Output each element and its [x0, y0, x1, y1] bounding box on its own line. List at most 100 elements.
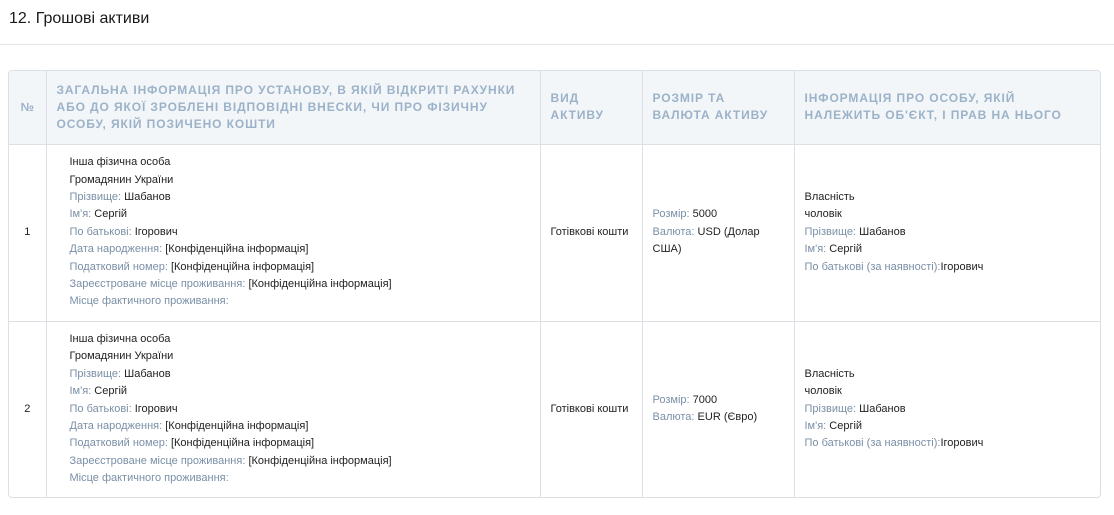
size-value: 5000	[692, 208, 718, 221]
currency-line: Валюта: USD (Долар США)	[653, 226, 760, 255]
owner-relation: чоловік	[804, 208, 842, 221]
owner-name-label: Ім'я:	[804, 419, 827, 432]
name-line: Ім'я: Сергій	[70, 206, 530, 223]
size-value: 7000	[692, 393, 718, 406]
tax-number-line: Податковий номер: [Конфіденційна інформа…	[70, 259, 530, 276]
cash-assets-table: № Загальна інформація про установу, в як…	[9, 71, 1100, 497]
birth-date-line: Дата народження: [Конфіденційна інформац…	[70, 418, 530, 435]
birth-date-label: Дата народження:	[69, 243, 163, 256]
cash-assets-table-container: № Загальна інформація про установу, в як…	[8, 70, 1101, 498]
registered-address-label: Зареєстроване місце проживання:	[69, 278, 246, 291]
size-currency-cell: Розмір: 7000 Валюта: EUR (Євро)	[642, 321, 795, 497]
actual-address-line: Місце фактичного проживання:	[70, 470, 530, 487]
surname-line: Прізвище: Шабанов	[70, 189, 530, 206]
patronymic-value: Ігорович	[134, 225, 178, 238]
tax-number-value: [Конфіденційна інформація]	[170, 437, 315, 450]
table-row: 2 Інша фізична особа Громадянин України …	[9, 321, 1100, 497]
owner-surname-value: Шабанов	[859, 402, 906, 415]
registered-address-value: [Конфіденційна інформація]	[248, 278, 392, 291]
name-line: Ім'я: Сергій	[70, 383, 530, 400]
owner-name-line: Ім'я: Сергій	[805, 241, 1091, 258]
registered-address-line: Зареєстроване місце проживання: [Конфіде…	[70, 276, 530, 293]
owner-patronymic-line: По батькові (за наявності):Ігорович	[805, 259, 1091, 276]
patronymic-value: Ігорович	[134, 402, 178, 415]
column-header-number: №	[9, 71, 47, 145]
owner-name-label: Ім'я:	[804, 243, 827, 256]
registered-address-line: Зареєстроване місце проживання: [Конфіде…	[70, 453, 530, 470]
name-value: Сергій	[94, 385, 128, 398]
table-body: 1 Інша фізична особа Громадянин України …	[9, 144, 1100, 497]
actual-address-line: Місце фактичного проживання:	[70, 293, 530, 310]
table-row: 1 Інша фізична особа Громадянин України …	[9, 144, 1100, 322]
owner-name-line: Ім'я: Сергій	[805, 418, 1091, 435]
surname-label: Прізвище:	[69, 367, 122, 380]
owner-surname-line: Прізвище: Шабанов	[805, 401, 1091, 418]
owner-relation: чоловік	[804, 385, 842, 398]
row-number: 2	[9, 321, 47, 497]
patronymic-line: По батькові: Ігорович	[70, 401, 530, 418]
table-header: № Загальна інформація про установу, в як…	[9, 71, 1100, 145]
owner-surname-label: Прізвище:	[804, 225, 857, 238]
birth-date-value: [Конфіденційна інформація]	[165, 419, 309, 432]
tax-number-line: Податковий номер: [Конфіденційна інформа…	[70, 435, 530, 452]
section-title: 12. Грошові активи	[9, 10, 150, 27]
column-header-size-currency: Розмір та валюта активу	[642, 71, 795, 145]
owner-surname-label: Прізвище:	[804, 402, 857, 415]
actual-address-label: Місце фактичного проживання:	[69, 472, 229, 485]
size-line: Розмір: 7000	[653, 392, 784, 409]
row-number: 1	[9, 144, 47, 322]
person-type: Інша фізична особа	[69, 156, 171, 169]
tax-number-value: [Конфіденційна інформація]	[170, 260, 315, 273]
owner-patronymic-line: По батькові (за наявності):Ігорович	[805, 435, 1091, 452]
currency-label: Валюта:	[652, 225, 695, 238]
actual-address-label: Місце фактичного проживання:	[69, 295, 229, 308]
asset-type-cell: Готівкові кошти	[540, 144, 643, 322]
ownership-right: Власність	[804, 367, 855, 380]
column-header-asset-type: Вид активу	[540, 71, 643, 145]
owner-patronymic-value: Ігорович	[940, 260, 984, 273]
size-label: Розмір:	[652, 393, 690, 406]
column-header-owner-info: Інформація про особу, якій належить об'є…	[794, 71, 1100, 145]
currency-line: Валюта: EUR (Євро)	[653, 411, 758, 423]
name-value: Сергій	[94, 208, 128, 221]
general-info-cell: Інша фізична особа Громадянин України Пр…	[46, 144, 541, 322]
surname-value: Шабанов	[124, 367, 171, 380]
surname-value: Шабанов	[124, 190, 171, 203]
citizenship: Громадянин України	[69, 173, 174, 186]
owner-name-value: Сергій	[829, 419, 863, 432]
birth-date-value: [Конфіденційна інформація]	[165, 243, 309, 256]
owner-surname-line: Прізвище: Шабанов	[805, 224, 1091, 241]
header-row: № Загальна інформація про установу, в як…	[9, 71, 1100, 145]
owner-patronymic-label: По батькові (за наявності):	[804, 260, 941, 273]
citizenship: Громадянин України	[69, 350, 174, 363]
size-currency-cell: Розмір: 5000 Валюта: USD (Долар США)	[642, 144, 795, 322]
owner-info-cell: Власність чоловік Прізвище: Шабанов Ім'я…	[794, 321, 1100, 497]
registered-address-value: [Конфіденційна інформація]	[248, 454, 392, 467]
asset-type-cell: Готівкові кошти	[540, 321, 643, 497]
patronymic-label: По батькові:	[69, 225, 132, 238]
owner-patronymic-value: Ігорович	[940, 437, 984, 450]
name-label: Ім'я:	[69, 208, 92, 221]
patronymic-label: По батькові:	[69, 402, 132, 415]
tax-number-label: Податковий номер:	[69, 260, 168, 273]
owner-name-value: Сергій	[829, 243, 863, 256]
birth-date-label: Дата народження:	[69, 419, 163, 432]
column-header-general-info: Загальна інформація про установу, в якій…	[46, 71, 541, 145]
person-type: Інша фізична особа	[69, 332, 171, 345]
ownership-right: Власність	[804, 190, 855, 203]
tax-number-label: Податковий номер:	[69, 437, 168, 450]
title-divider	[0, 44, 1114, 45]
surname-line: Прізвище: Шабанов	[70, 366, 530, 383]
birth-date-line: Дата народження: [Конфіденційна інформац…	[70, 241, 530, 258]
owner-info-cell: Власність чоловік Прізвище: Шабанов Ім'я…	[794, 144, 1100, 322]
currency-value: EUR (Євро)	[697, 411, 758, 424]
size-line: Розмір: 5000	[653, 206, 784, 223]
owner-patronymic-label: По батькові (за наявності):	[804, 437, 941, 450]
currency-label: Валюта:	[652, 411, 695, 424]
patronymic-line: По батькові: Ігорович	[70, 224, 530, 241]
name-label: Ім'я:	[69, 385, 92, 398]
surname-label: Прізвище:	[69, 190, 122, 203]
owner-surname-value: Шабанов	[859, 225, 906, 238]
registered-address-label: Зареєстроване місце проживання:	[69, 454, 246, 467]
size-label: Розмір:	[652, 208, 690, 221]
